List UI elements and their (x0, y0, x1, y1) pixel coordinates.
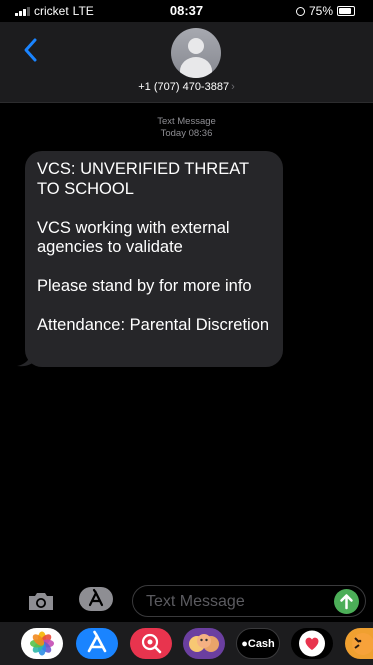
received-message-bubble[interactable]: VCS: UNVERIFIED THREAT TO SCHOOL VCS wor… (25, 151, 283, 367)
app-store-app-button[interactable] (76, 628, 118, 659)
photos-app-button[interactable] (21, 628, 63, 659)
image-search-app-button[interactable] (130, 628, 172, 659)
camera-icon (29, 593, 53, 610)
contact-number: +1 (707) 470-3887 (138, 81, 230, 93)
digital-touch-app-button[interactable] (291, 628, 333, 659)
battery-percent: 75% (308, 4, 333, 18)
memoji-icon (189, 634, 219, 652)
app-store-icon (87, 630, 107, 653)
apple-cash-label: ●Cash (237, 638, 279, 650)
apple-logo-icon: ● (241, 638, 248, 650)
image-search-icon (141, 633, 162, 654)
message-line: Attendance: Parental Discretion (37, 316, 270, 334)
send-button[interactable] (334, 589, 359, 614)
battery-icon (337, 6, 355, 16)
message-time: Today 08:36 (160, 128, 213, 139)
person-icon (188, 38, 204, 54)
animoji-app-button[interactable] (345, 628, 373, 659)
camera-button[interactable] (26, 590, 56, 612)
message-line: Please stand by for more info (37, 277, 252, 295)
status-right: 75% (295, 4, 355, 18)
back-button[interactable] (22, 36, 42, 64)
thread-timestamp: Text Message Today 08:36 (0, 116, 373, 140)
animoji-icon (352, 633, 373, 655)
alarm-icon (295, 6, 305, 16)
message-input[interactable]: Text Message (132, 585, 366, 617)
app-drawer: ●Cash (0, 622, 373, 665)
person-body (180, 57, 212, 78)
arrow-up-icon (340, 594, 353, 610)
apple-cash-app-button[interactable]: ●Cash (236, 628, 280, 659)
message-line: VCS: UNVERIFIED THREAT TO SCHOOL (37, 160, 249, 198)
contact-avatar[interactable] (171, 28, 221, 78)
digital-touch-icon (299, 630, 325, 657)
chevron-right-icon: › (231, 81, 235, 93)
memoji-app-button[interactable] (183, 628, 225, 659)
photos-icon (30, 631, 54, 656)
message-input-placeholder: Text Message (146, 593, 245, 610)
compose-bar: Text Message (0, 580, 373, 622)
conversation-header: +1 (707) 470-3887 › (0, 22, 373, 103)
apps-button[interactable] (78, 586, 114, 612)
contact-name-button[interactable]: +1 (707) 470-3887 › (0, 81, 373, 93)
cash-text: Cash (247, 638, 275, 650)
status-bar: cricket LTE 08:37 75% (0, 0, 373, 22)
app-store-icon (79, 587, 113, 611)
message-line: VCS working with external agencies to va… (37, 218, 230, 257)
chevron-left-icon (24, 38, 37, 62)
service-label: Text Message (157, 116, 216, 127)
